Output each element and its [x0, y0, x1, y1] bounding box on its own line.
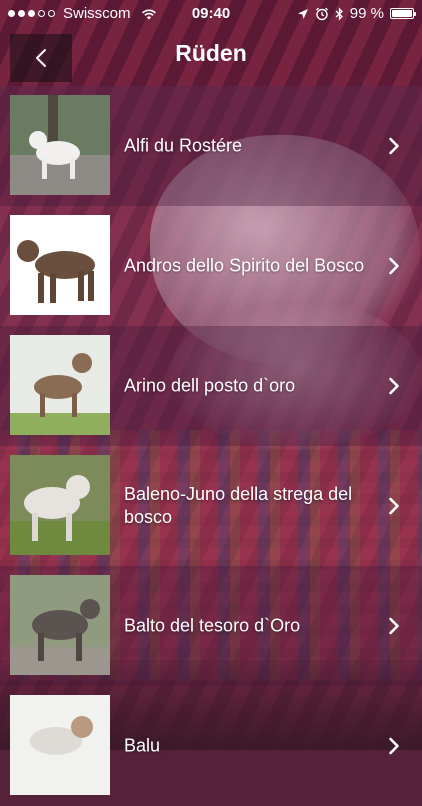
list-item[interactable]: Andros dello Spirito del Bosco — [0, 206, 422, 326]
dog-name: Balto del tesoro d`Oro — [124, 615, 301, 636]
location-arrow-icon — [297, 8, 308, 19]
chevron-right-icon — [389, 377, 399, 395]
list-item[interactable]: Baleno-Juno della strega del bosco — [0, 446, 422, 566]
chevron-right-icon — [389, 497, 399, 515]
dog-name: Baleno-Juno della strega del bosco — [124, 484, 353, 527]
battery-percent: 99 % — [349, 5, 384, 22]
battery-fill — [392, 10, 412, 17]
dog-photo — [10, 575, 110, 675]
list-item[interactable]: Arino dell posto d`oro — [0, 326, 422, 446]
list-item[interactable]: Balto del tesoro d`Oro — [0, 566, 422, 686]
list-item[interactable]: Balu — [0, 686, 422, 806]
dog-photo — [10, 455, 110, 555]
list-item[interactable]: Alfi du Rostére — [0, 86, 422, 206]
bluetooth-icon — [335, 6, 343, 21]
dog-list: Alfi du Rostére Andros dello Spirito del… — [0, 86, 422, 806]
chevron-right-icon — [389, 137, 399, 155]
dog-photo — [10, 95, 110, 195]
battery-icon — [390, 8, 416, 19]
dog-name: Andros dello Spirito del Bosco — [124, 255, 365, 276]
chevron-right-icon — [389, 257, 399, 275]
chevron-right-icon — [389, 737, 399, 755]
chevron-right-icon — [389, 617, 399, 635]
status-bar: Swisscom 09:40 99 % — [0, 0, 422, 28]
page-title: Rüden — [175, 40, 247, 66]
dog-photo — [10, 215, 110, 315]
dog-name: Balu — [124, 735, 161, 756]
dog-photo — [10, 695, 110, 795]
dog-photo — [10, 335, 110, 435]
alarm-clock-icon — [315, 7, 328, 20]
navigation-bar: Rüden — [0, 28, 422, 86]
dog-name: Arino dell posto d`oro — [124, 375, 296, 396]
dog-name: Alfi du Rostére — [124, 135, 243, 156]
